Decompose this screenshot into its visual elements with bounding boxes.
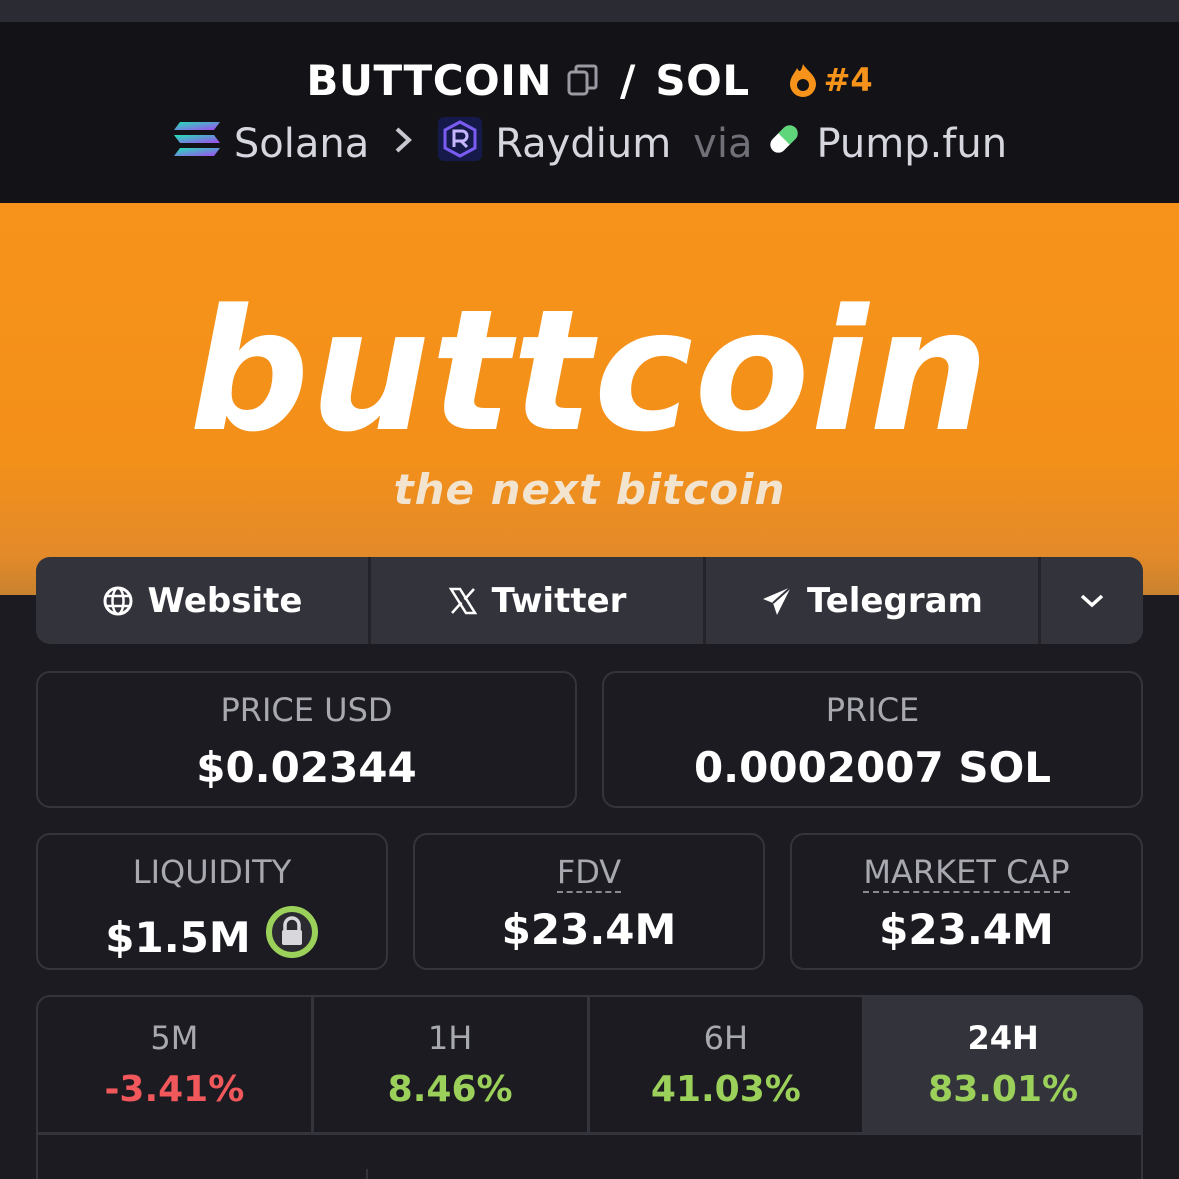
price-usd-value: $0.02344 (196, 743, 417, 792)
globe-icon (103, 586, 133, 615)
price-sol-card: PRICE 0.0002007 SOL (602, 671, 1143, 808)
trending-rank[interactable]: #4 (786, 61, 873, 99)
pair-header: BUTTCOIN / SOL #4 Solana Raydium via Pum… (0, 22, 1179, 203)
telegram-button[interactable]: Telegram (706, 557, 1041, 644)
price-sol-value: 0.0002007 SOL (693, 743, 1052, 792)
chevron-right-icon (393, 124, 413, 164)
chain-name[interactable]: Solana (234, 121, 369, 167)
token-symbol: BUTTCOIN (306, 55, 553, 105)
banner-tagline: the next bitcoin (393, 465, 786, 514)
copy-icon[interactable] (566, 63, 600, 97)
liquidity-value: $1.5M (105, 912, 251, 962)
breadcrumb: Solana Raydium via Pump.fun (0, 116, 1179, 172)
paper-plane-icon (763, 585, 792, 615)
price-usd-card: PRICE USD $0.02344 (36, 671, 577, 808)
dex-name[interactable]: Raydium (495, 121, 671, 167)
period-label: 5M (150, 1019, 199, 1057)
lock-icon[interactable] (265, 905, 319, 969)
fdv-card: FDV $23.4M (413, 833, 765, 970)
pill-icon (764, 119, 804, 169)
period-change: 83.01% (928, 1069, 1079, 1110)
tab-1h[interactable]: 1H 8.46% (314, 997, 590, 1132)
via-text: via (693, 121, 753, 167)
tab-24h[interactable]: 24H 83.01% (865, 997, 1141, 1132)
pair-title: BUTTCOIN / SOL #4 (0, 52, 1179, 108)
period-label: 6H (703, 1019, 749, 1057)
telegram-label: Telegram (807, 580, 983, 621)
twitter-label: Twitter (491, 580, 627, 621)
price-change-panel: 5M -3.41% 1H 8.46% 6H 41.03% 24H 83.01% (36, 995, 1143, 1179)
chevron-down-icon (1080, 594, 1104, 607)
pair-separator: / (620, 55, 636, 105)
fdv-value: $23.4M (501, 905, 677, 954)
price-usd-label: PRICE USD (220, 691, 393, 729)
price-change-tabs: 5M -3.41% 1H 8.46% 6H 41.03% 24H 83.01% (38, 997, 1141, 1135)
website-button[interactable]: Website (36, 557, 371, 644)
launchpad-name[interactable]: Pump.fun (816, 121, 1007, 167)
more-links-button[interactable] (1041, 557, 1143, 644)
market-cap-card: MARKET CAP $23.4M (790, 833, 1143, 970)
divider (366, 1169, 368, 1179)
tab-5m[interactable]: 5M -3.41% (38, 997, 314, 1132)
tab-6h[interactable]: 6H 41.03% (590, 997, 866, 1132)
social-links: Website Twitter Telegram (36, 557, 1143, 644)
x-logo-icon (448, 587, 477, 614)
period-change: 8.46% (387, 1069, 513, 1110)
market-cap-value: $23.4M (879, 905, 1054, 954)
period-label: 1H (427, 1019, 473, 1057)
flame-icon (789, 64, 816, 97)
liquidity-card: LIQUIDITY $1.5M (36, 833, 388, 970)
liquidity-label: LIQUIDITY (132, 853, 292, 891)
twitter-button[interactable]: Twitter (371, 557, 706, 644)
quote-symbol: SOL (655, 55, 750, 105)
top-strip (0, 0, 1179, 22)
token-banner: buttcoin the next bitcoin (0, 203, 1179, 595)
price-sol-label: PRICE (825, 691, 920, 729)
market-cap-label[interactable]: MARKET CAP (863, 853, 1070, 893)
raydium-icon (437, 116, 483, 172)
banner-wordmark: buttcoin (189, 273, 990, 469)
fdv-label[interactable]: FDV (556, 853, 622, 893)
solana-icon (172, 119, 222, 169)
period-label: 24H (967, 1019, 1039, 1057)
period-change: -3.41% (104, 1069, 245, 1110)
website-label: Website (147, 580, 303, 621)
trending-rank-text: #4 (823, 61, 873, 99)
period-change: 41.03% (650, 1069, 801, 1110)
